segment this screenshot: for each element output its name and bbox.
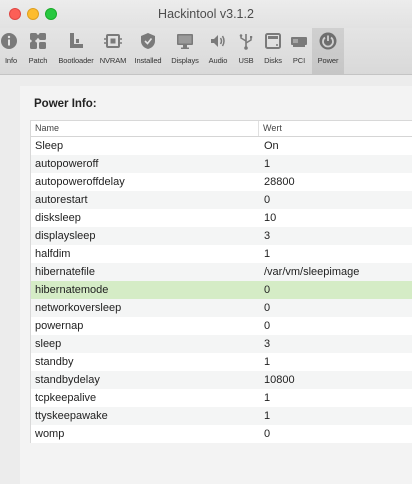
row-name: halfdim [35, 248, 71, 260]
toolbar-item-label: Installed [134, 56, 162, 65]
table-row[interactable]: networkoversleep 0 [31, 299, 412, 317]
table-row[interactable]: powernap 0 [31, 317, 412, 335]
row-value: 1 [264, 356, 271, 368]
speaker-icon [211, 35, 225, 47]
toolbar-item-label: Disks [264, 56, 282, 65]
pci-icon [291, 37, 307, 47]
row-name: autopoweroff [35, 158, 99, 170]
toolbar-item-power[interactable]: Power [312, 28, 344, 74]
row-value: 10800 [264, 374, 295, 386]
table-row[interactable]: autopoweroff 1 [31, 155, 412, 173]
row-name: autopoweroffdelay [35, 176, 125, 188]
table-header: Name Wert [31, 121, 412, 137]
toolbar-item-label: Displays [171, 56, 199, 65]
table-row[interactable]: hibernatemode 0 [31, 281, 412, 299]
table-row[interactable]: displaysleep 3 [31, 227, 412, 245]
row-name: displaysleep [35, 230, 96, 242]
row-name: Sleep [35, 140, 64, 152]
power-info-table: Name Wert Sleep On autopoweroff 1 autopowero… [30, 120, 412, 443]
disk-icon [265, 33, 281, 49]
chip-icon [104, 34, 122, 48]
row-name: hibernatemode [35, 284, 109, 296]
row-value: 28800 [264, 176, 295, 188]
row-name: womp [35, 428, 65, 440]
toolbar-item-label: Bootloader [58, 56, 94, 65]
toolbar-item-pci[interactable]: PCI [288, 28, 310, 74]
title-bar: Hackintool v3.1.2 [0, 0, 412, 28]
row-value: 1 [264, 392, 271, 404]
table-row[interactable]: standby 1 [31, 353, 412, 371]
row-value: 0 [264, 320, 271, 332]
toolbar-item-displays[interactable]: Displays [167, 28, 203, 74]
toolbar-item-info[interactable]: Info [0, 28, 22, 74]
row-value: 0 [264, 194, 271, 206]
section-title: Power Info: [34, 98, 97, 110]
table-row[interactable]: halfdim 1 [31, 245, 412, 263]
toolbar-item-label: Power [317, 56, 339, 65]
row-name: disksleep [35, 212, 81, 224]
toolbar-item-disks[interactable]: Disks [260, 28, 286, 74]
row-name: autorestart [35, 194, 88, 206]
puzzle-icon [30, 33, 46, 49]
toolbar-item-label: Info [4, 56, 18, 65]
power-panel: Power Info: Name Wert Sleep On autopowerof… [20, 86, 412, 484]
row-name: sleep [35, 338, 62, 350]
row-value: 1 [264, 410, 271, 422]
table-row[interactable]: standbydelay 10800 [31, 371, 412, 389]
row-value: 3 [264, 230, 271, 242]
table-row[interactable]: womp 0 [31, 425, 412, 443]
table-row[interactable]: hibernatefile/var/vm/sleepimage [31, 263, 412, 281]
window-title: Hackintool v3.1.2 [158, 7, 254, 21]
column-header-name[interactable]: Name [31, 121, 259, 136]
table-row[interactable]: sleep 3 [31, 335, 412, 353]
table-row[interactable]: autopoweroffdelay 28800 [31, 173, 412, 191]
toolbar-item-installed[interactable]: Installed [130, 28, 166, 74]
bootloader-icon [70, 33, 83, 48]
shield-icon [141, 33, 155, 49]
row-value: 3 [264, 338, 271, 350]
row-value: 1 [264, 158, 271, 170]
toolbar-item-label: NVRAM [99, 56, 127, 65]
toolbar-item-usb[interactable]: USB [233, 28, 259, 74]
toolbar-item-label: PCI [292, 56, 306, 65]
row-value: 10 [264, 212, 277, 224]
toolbar: Info Patch Bootloader NVRAM Installed Di… [0, 28, 412, 75]
table-row[interactable]: disksleep 10 [31, 209, 412, 227]
toolbar-item-nvram[interactable]: NVRAM [98, 28, 128, 74]
row-value: 0 [264, 284, 271, 296]
row-value: 0 [264, 302, 271, 314]
toolbar-item-patch[interactable]: Patch [23, 28, 53, 74]
row-name: standby [35, 356, 74, 368]
info-icon [1, 33, 17, 49]
table-row[interactable]: autorestart 0 [31, 191, 412, 209]
row-name: hibernatefile [35, 266, 95, 278]
toolbar-item-label: Audio [208, 56, 228, 65]
table-row[interactable]: tcpkeepalive 1 [31, 389, 412, 407]
row-name: networkoversleep [35, 302, 122, 314]
table-row[interactable]: ttyskeepawake 1 [31, 407, 412, 425]
row-value: 1 [264, 248, 271, 260]
toolbar-item-bootloader[interactable]: Bootloader [55, 28, 97, 74]
table-body: Sleep On autopoweroff 1 autopoweroffdelay 288… [31, 137, 412, 443]
toolbar-item-label: USB [238, 56, 254, 65]
table-row[interactable]: Sleep On [31, 137, 412, 155]
monitor-icon [177, 34, 193, 49]
row-name: tcpkeepalive [35, 392, 97, 404]
usb-icon [239, 34, 253, 50]
row-name: standbydelay [35, 374, 100, 386]
row-name: ttyskeepawake [35, 410, 108, 422]
power-icon [319, 32, 337, 50]
row-name: powernap [35, 320, 84, 332]
row-value: /var/vm/sleepimage [264, 266, 360, 278]
toolbar-item-label: Patch [28, 56, 48, 65]
toolbar-item-audio[interactable]: Audio [204, 28, 232, 74]
row-value: On [264, 140, 279, 152]
column-header-value[interactable]: Wert [259, 121, 412, 136]
row-value: 0 [264, 428, 271, 440]
